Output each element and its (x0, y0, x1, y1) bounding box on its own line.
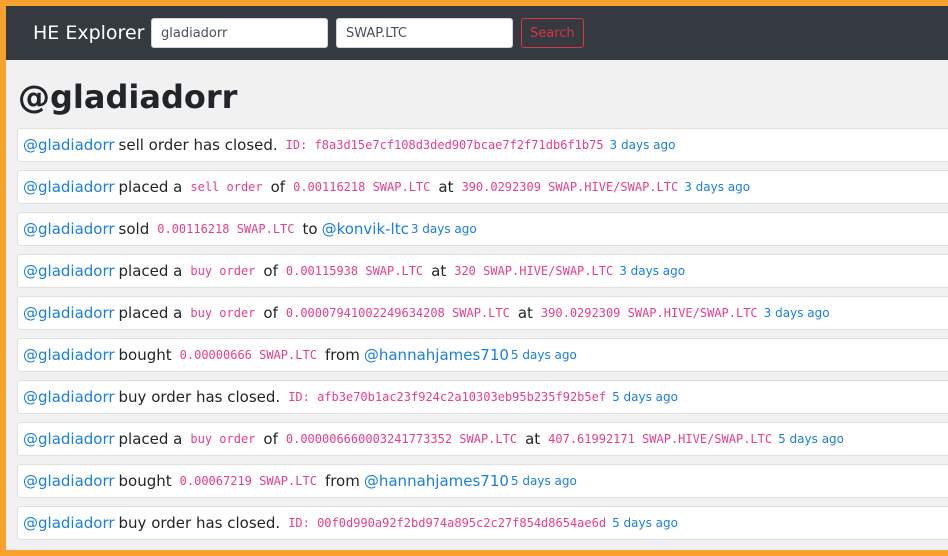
activity-text: at (431, 262, 447, 280)
activity-text: bought (118, 346, 172, 364)
user-link[interactable]: @gladiadorr (23, 430, 115, 448)
activity-item: @gladiadorr placed a buy order of 0.00115938… (17, 254, 948, 288)
code-value: buy order (190, 264, 256, 278)
user-link[interactable]: @gladiadorr (23, 136, 115, 154)
activity-item: @gladiadorr placed a sell order of 0.0011621… (17, 170, 948, 204)
code-value: 0.00067219 SWAP.LTC (179, 474, 317, 488)
user-link[interactable]: @gladiadorr (23, 346, 115, 364)
activity-item: @gladiadorr bought 0.00000666 SWAP.LTC from… (17, 338, 948, 372)
activity-text: of (263, 430, 278, 448)
activity-text: at (438, 178, 454, 196)
code-value: 0.00116218 SWAP.LTC (293, 180, 431, 194)
user-link[interactable]: @gladiadorr (23, 220, 115, 238)
code-value: 407.61992171 SWAP.HIVE/SWAP.LTC (548, 432, 773, 446)
activity-text: from (324, 472, 360, 490)
activity-item: @gladiadorr sell order has closed. ID: f8a… (17, 128, 948, 162)
activity-item: @gladiadorr placed a buy order of 0.00007941… (17, 296, 948, 330)
code-value: 320 SWAP.HIVE/SWAP.LTC (454, 264, 614, 278)
timestamp-link[interactable]: 3 days ago (610, 138, 676, 152)
token-input[interactable] (336, 18, 513, 48)
search-button[interactable]: Search (521, 18, 584, 48)
activity-text: sell order has closed. (118, 136, 278, 154)
activity-text: at (525, 430, 541, 448)
activity-text: from (324, 346, 360, 364)
activity-text: placed a (118, 430, 183, 448)
timestamp-link[interactable]: 3 days ago (411, 222, 477, 236)
user-link[interactable]: @hannahjames710 (364, 346, 509, 364)
activity-text: buy order has closed. (118, 388, 281, 406)
activity-item: @gladiadorr placed a buy order of 0.00000666… (17, 422, 948, 456)
activity-item: @gladiadorr buy order has closed. ID: afb3… (17, 380, 948, 414)
brand-link[interactable]: HE Explorer (33, 22, 144, 44)
account-input[interactable] (151, 18, 328, 48)
activity-text: placed a (118, 304, 183, 322)
timestamp-link[interactable]: 5 days ago (511, 474, 577, 488)
code-value: 0.000006660003241773352 SWAP.LTC (285, 432, 518, 446)
code-value: 0.00000666 SWAP.LTC (179, 348, 317, 362)
code-value: 0.00116218 SWAP.LTC (157, 222, 295, 236)
code-value: ID: f8a3d15e7cf108d3ded907bcae7f2f71db6f… (285, 138, 604, 152)
user-link[interactable]: @gladiadorr (23, 262, 115, 280)
activity-list: @gladiadorr sell order has closed. ID: f8a… (6, 128, 948, 540)
activity-text: sold (118, 220, 150, 238)
user-link[interactable]: @konvik-ltc (322, 220, 409, 238)
activity-text: of (263, 304, 278, 322)
code-value: sell order (190, 180, 263, 194)
activity-text: of (263, 262, 278, 280)
activity-item: @gladiadorr buy order has closed. ID: 00f0… (17, 506, 948, 540)
code-value: buy order (190, 306, 256, 320)
activity-text: placed a (118, 178, 183, 196)
code-value: 0.00115938 SWAP.LTC (285, 264, 424, 278)
user-link[interactable]: @gladiadorr (23, 304, 115, 322)
code-value: ID: 00f0d990a92f2bd974a895c2c27f854d8654… (288, 516, 607, 530)
user-link[interactable]: @hannahjames710 (364, 472, 509, 490)
code-value: ID: afb3e70b1ac23f924c2a10303eb95b235f92… (288, 390, 607, 404)
activity-item: @gladiadorr sold 0.00116218 SWAP.LTC to @kon… (17, 212, 948, 246)
code-value: 390.0292309 SWAP.HIVE/SWAP.LTC (461, 180, 679, 194)
timestamp-link[interactable]: 5 days ago (511, 348, 577, 362)
activity-item: @gladiadorr bought 0.00067219 SWAP.LTC from… (17, 464, 948, 498)
activity-text: placed a (118, 262, 183, 280)
code-value: 0.00007941002249634208 SWAP.LTC (285, 306, 510, 320)
code-value: buy order (190, 432, 256, 446)
timestamp-link[interactable]: 5 days ago (778, 432, 844, 446)
timestamp-link[interactable]: 5 days ago (612, 390, 678, 404)
activity-text: to (302, 220, 318, 238)
user-link[interactable]: @gladiadorr (23, 388, 115, 406)
timestamp-link[interactable]: 3 days ago (764, 306, 830, 320)
activity-text: of (270, 178, 286, 196)
activity-text: buy order has closed. (118, 514, 281, 532)
user-link[interactable]: @gladiadorr (23, 514, 115, 532)
code-value: 390.0292309 SWAP.HIVE/SWAP.LTC (540, 306, 758, 320)
timestamp-link[interactable]: 3 days ago (619, 264, 685, 278)
timestamp-link[interactable]: 5 days ago (612, 516, 678, 530)
user-link[interactable]: @gladiadorr (23, 178, 115, 196)
activity-text: at (517, 304, 533, 322)
navbar: HE Explorer Search (6, 6, 948, 60)
activity-text: bought (118, 472, 172, 490)
timestamp-link[interactable]: 3 days ago (684, 180, 750, 194)
user-link[interactable]: @gladiadorr (23, 472, 115, 490)
page-title: @gladiadorr (18, 78, 238, 116)
app-frame: HE Explorer Search @gladiadorr @gladiado… (6, 6, 948, 550)
